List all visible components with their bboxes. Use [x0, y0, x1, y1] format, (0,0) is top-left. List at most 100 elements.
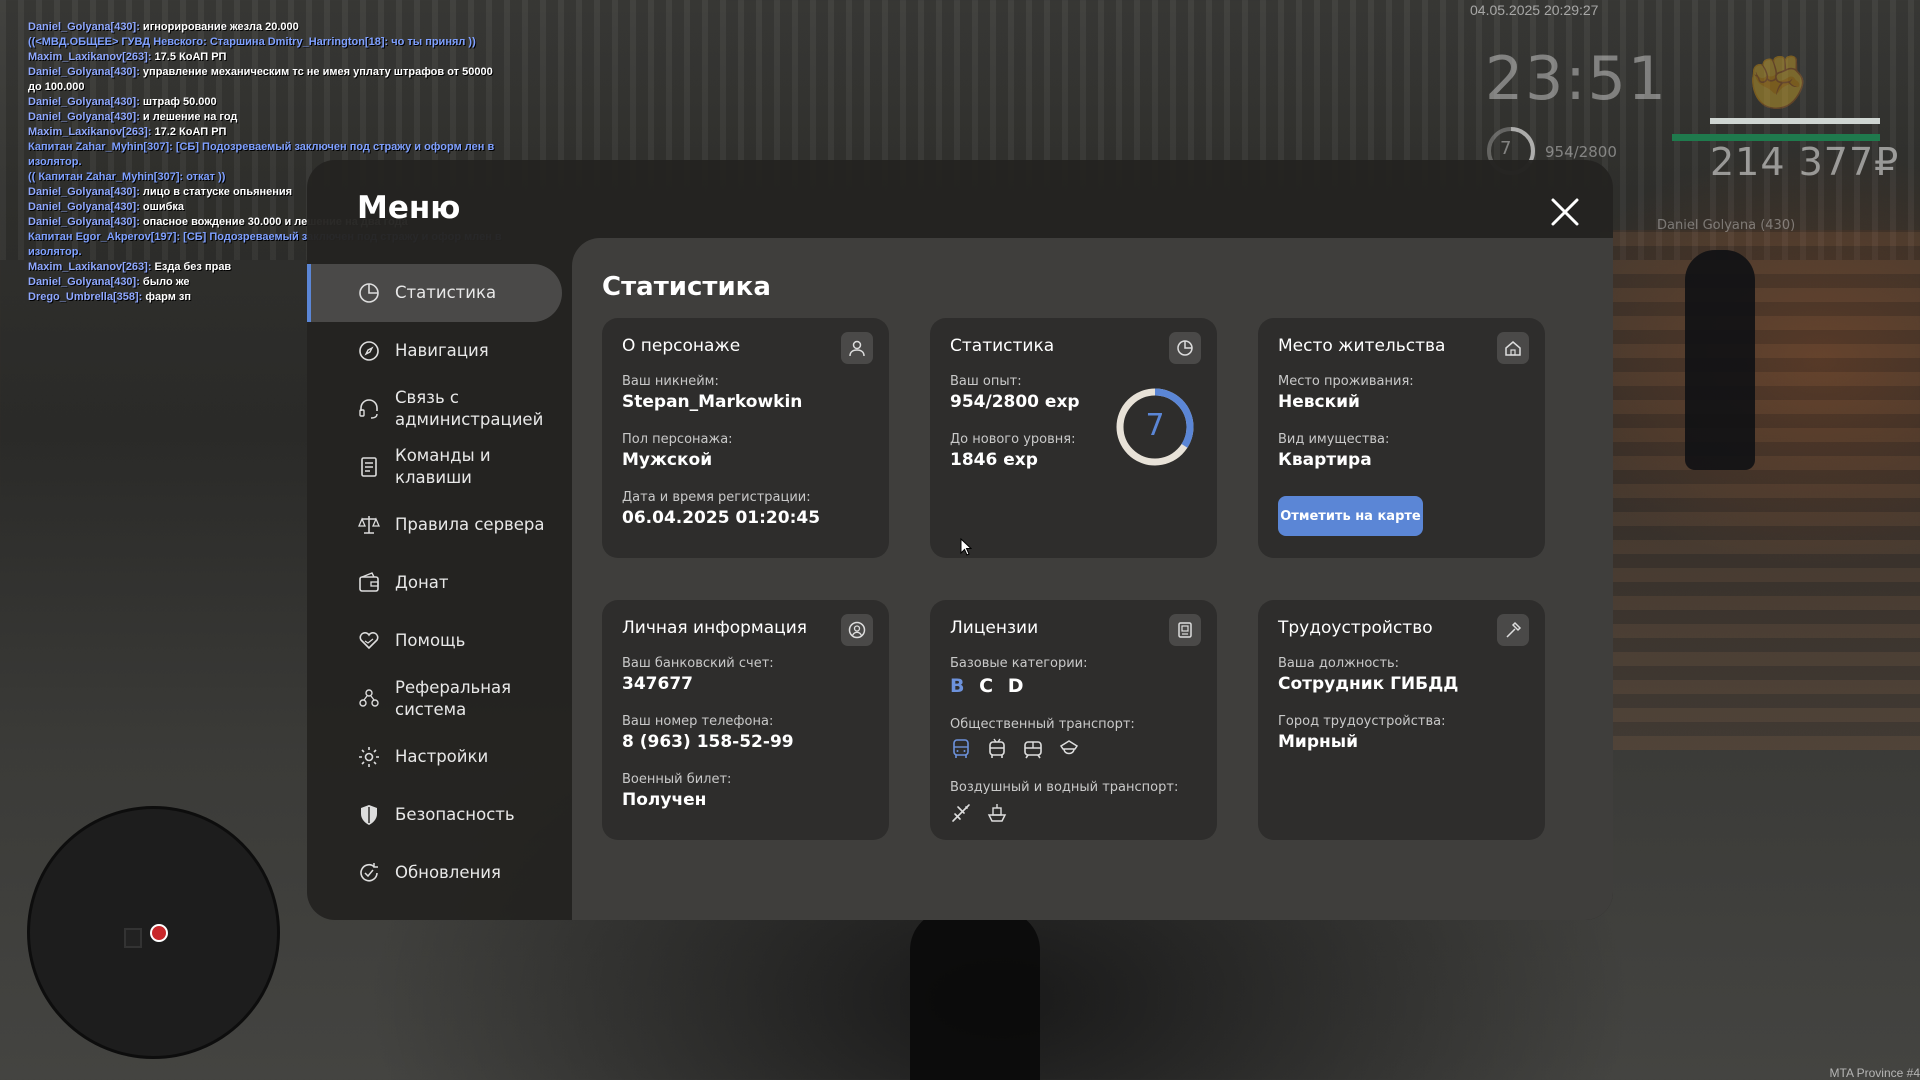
- mouse-cursor-icon: [960, 538, 972, 556]
- card-title: О персонаже: [622, 336, 741, 356]
- property-label: Вид имущества:: [1278, 432, 1390, 447]
- nav-item-8[interactable]: Реферальная система: [307, 670, 562, 728]
- bank-account-label: Ваш банковский счет:: [622, 656, 774, 671]
- exp-label: Ваш опыт:: [950, 374, 1022, 389]
- category-c: C: [979, 675, 998, 697]
- minimap-player-icon: [150, 924, 168, 942]
- nav-item-3[interactable]: Связь с администрацией: [307, 380, 562, 438]
- chat-author: Daniel_Golyana[430]:: [28, 201, 140, 213]
- chat-author: Daniel_Golyana[430]:: [28, 186, 140, 198]
- phone-value: 8 (963) 158-52-99: [622, 732, 794, 752]
- gender-value: Мужской: [622, 450, 713, 470]
- registration-value: 06.04.2025 01:20:45: [622, 508, 821, 528]
- chat-text: ((<МВД.ОБЩЕЕ> ГУВД Невского: Старшина Dm…: [28, 36, 476, 48]
- nav-item-label: Настройки: [395, 747, 489, 766]
- license-categories: B C D: [950, 675, 1027, 697]
- minimap-building-icon: [124, 928, 142, 948]
- background-npc: [1685, 250, 1755, 470]
- military-id-value: Получен: [622, 790, 707, 810]
- chat-text: (( Капитан Zahar_Myhin[307]: откат )): [28, 171, 226, 183]
- chat-author: Maxim_Laxikanov[263]:: [28, 261, 152, 273]
- chat-author: Daniel_Golyana[430]:: [28, 276, 140, 288]
- job-city-value: Мирный: [1278, 732, 1359, 752]
- chat-text: было же: [139, 276, 190, 288]
- people-icon: [359, 689, 379, 707]
- card-title: Место жительства: [1278, 336, 1446, 356]
- content-area: Статистика О персонаже Ваш никнейм: Step…: [572, 238, 1613, 920]
- pie-chart-icon: [359, 283, 379, 303]
- category-d: D: [1007, 675, 1028, 697]
- nav-item-1[interactable]: Статистика: [307, 264, 562, 322]
- chat-text: и лешение на год: [139, 111, 238, 123]
- menu-title: Меню: [357, 190, 461, 226]
- card-title: Личная информация: [622, 618, 808, 638]
- licenses-card: Лицензии Базовые категории: B C D Общест…: [930, 600, 1217, 840]
- character-card: О персонаже Ваш никнейм: Stepan_Markowki…: [602, 318, 889, 558]
- tram-icon: [1022, 738, 1044, 760]
- public-transport-icons: [950, 738, 1080, 760]
- nav-item-label: Помощь: [395, 631, 466, 650]
- chat-author: Daniel_Golyana[430]:: [28, 96, 140, 108]
- nav-item-2[interactable]: Навигация: [307, 322, 562, 380]
- gender-label: Пол персонажа:: [622, 432, 733, 447]
- refresh-check-icon: [360, 863, 378, 882]
- chat-text: 17.5 КоАП РП: [151, 51, 227, 63]
- nav-item-label: Правила сервера: [395, 515, 545, 534]
- chat-text: Езда без прав: [151, 261, 232, 273]
- chat-author: Maxim_Laxikanov[263]:: [28, 51, 152, 63]
- menu-sidebar: Статистика Навигация Связь с администрацие…: [307, 264, 562, 902]
- chat-message: Maxim_Laxikanov[263]: 17.5 КоАП РП: [28, 50, 508, 65]
- compass-icon: [359, 341, 379, 361]
- nav-item-label: Обновления: [395, 863, 501, 882]
- heart-hand-icon: [359, 631, 379, 650]
- nav-item-label: Команды и клавиши: [395, 446, 491, 487]
- user-circle-icon: [841, 614, 873, 646]
- close-icon[interactable]: [1547, 194, 1583, 230]
- nav-item-7[interactable]: Помощь: [307, 612, 562, 670]
- nav-item-4[interactable]: Команды и клавиши: [307, 438, 562, 496]
- hud-level: 7: [1500, 138, 1512, 159]
- phone-label: Ваш номер телефона:: [622, 714, 774, 729]
- chat-text: игнорирование жезла 20.000: [139, 21, 299, 33]
- chat-message: Daniel_Golyana[430]: управление механиче…: [28, 65, 508, 95]
- level-number: 7: [1145, 408, 1165, 443]
- background-brick-wall: [1600, 230, 1920, 750]
- card-title: Лицензии: [950, 618, 1039, 638]
- nav-item-6[interactable]: Донат: [307, 554, 562, 612]
- chat-message: Daniel_Golyana[430]: игнорирование жезла…: [28, 20, 508, 35]
- chat-text: штраф 50.000: [139, 96, 217, 108]
- scales-icon: [358, 516, 380, 534]
- chat-author: Drego_Umbrella[358]:: [28, 291, 143, 303]
- military-id-label: Военный билет:: [622, 772, 732, 787]
- air-water-transport-icons: [950, 802, 1008, 824]
- gear-icon: [359, 747, 379, 767]
- nav-item-9[interactable]: Настройки: [307, 728, 562, 786]
- mark-on-map-button[interactable]: Отметить на карте: [1278, 496, 1423, 536]
- nav-item-5[interactable]: Правила сервера: [307, 496, 562, 554]
- hud-clock: 23:51: [1485, 44, 1668, 114]
- driver-cap-icon: [1058, 738, 1080, 760]
- chat-message: Daniel_Golyana[430]: и лешение на год: [28, 110, 508, 125]
- chat-message: Daniel_Golyana[430]: штраф 50.000: [28, 95, 508, 110]
- player-nametag: Daniel Golyana (430): [1657, 218, 1796, 233]
- hud-money: 214 377₽: [1710, 140, 1900, 184]
- employment-card: Трудоустройство Ваша должность: Сотрудни…: [1258, 600, 1545, 840]
- chat-author: Daniel_Golyana[430]:: [28, 216, 140, 228]
- pie-chart-icon: [1169, 332, 1201, 364]
- license-document-icon: [1169, 614, 1201, 646]
- bus-icon: [950, 738, 972, 760]
- chat-text: лицо в статуске опьянения: [139, 186, 293, 198]
- hud-datetime: 04.05.2025 20:29:27: [1470, 2, 1599, 18]
- nav-item-label: Безопасность: [395, 805, 515, 824]
- chat-author: Maxim_Laxikanov[263]:: [28, 126, 152, 138]
- residence-card: Место жительства Место проживания: Невск…: [1258, 318, 1545, 558]
- wallet-icon: [359, 572, 379, 592]
- nav-item-10[interactable]: Безопасность: [307, 786, 562, 844]
- content-title: Статистика: [602, 272, 771, 302]
- nav-item-11[interactable]: Обновления: [307, 844, 562, 902]
- category-b: B: [950, 675, 969, 697]
- bank-account-value: 347677: [622, 674, 693, 694]
- registration-label: Дата и время регистрации:: [622, 490, 811, 505]
- next-level-value: 1846 exp: [950, 450, 1038, 470]
- nav-item-label: Донат: [395, 573, 449, 592]
